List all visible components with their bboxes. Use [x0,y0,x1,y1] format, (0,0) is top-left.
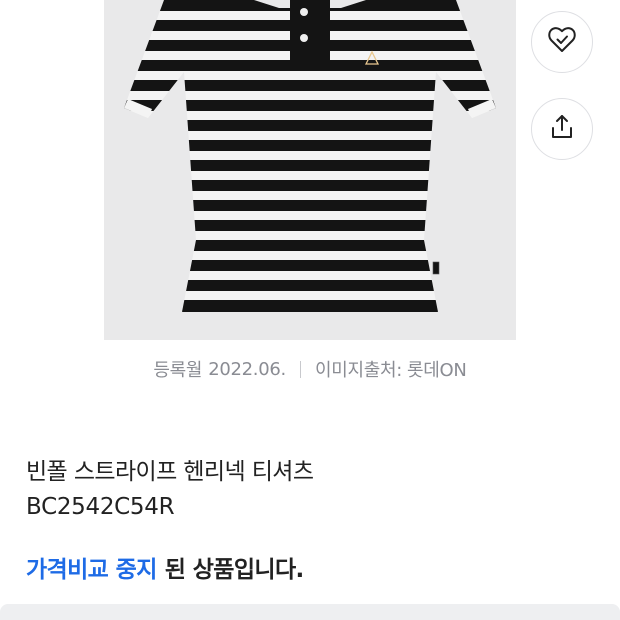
product-title: 빈폴 스트라이프 헨리넥 티셔츠 [26,459,314,485]
product-image [104,0,516,340]
product-model-code: BC2542C54R [26,494,175,520]
striped-henley-shirt-illustration [124,0,496,312]
image-meta: 등록월 2022.06. 이미지출처: 롯데ON [0,356,620,382]
status-text: 된 상품입니다. [164,557,305,583]
wishlist-button[interactable] [531,11,593,73]
share-icon [547,112,577,146]
registered-label: 등록월 [153,360,203,381]
price-compare-status: 가격비교 중지 된 상품입니다. [26,550,304,584]
bottom-sheet-edge [0,604,620,620]
meta-divider [299,360,301,378]
side-tag [432,261,440,275]
registered-value: 2022.06. [208,358,286,380]
share-button[interactable] [531,98,593,160]
heart-check-icon [546,24,578,60]
button-2 [300,34,308,42]
image-source-label: 이미지출처: [314,360,403,381]
button-1 [300,8,308,16]
image-source-value: 롯데ON [407,360,467,381]
status-highlight: 가격비교 중지 [26,557,157,583]
